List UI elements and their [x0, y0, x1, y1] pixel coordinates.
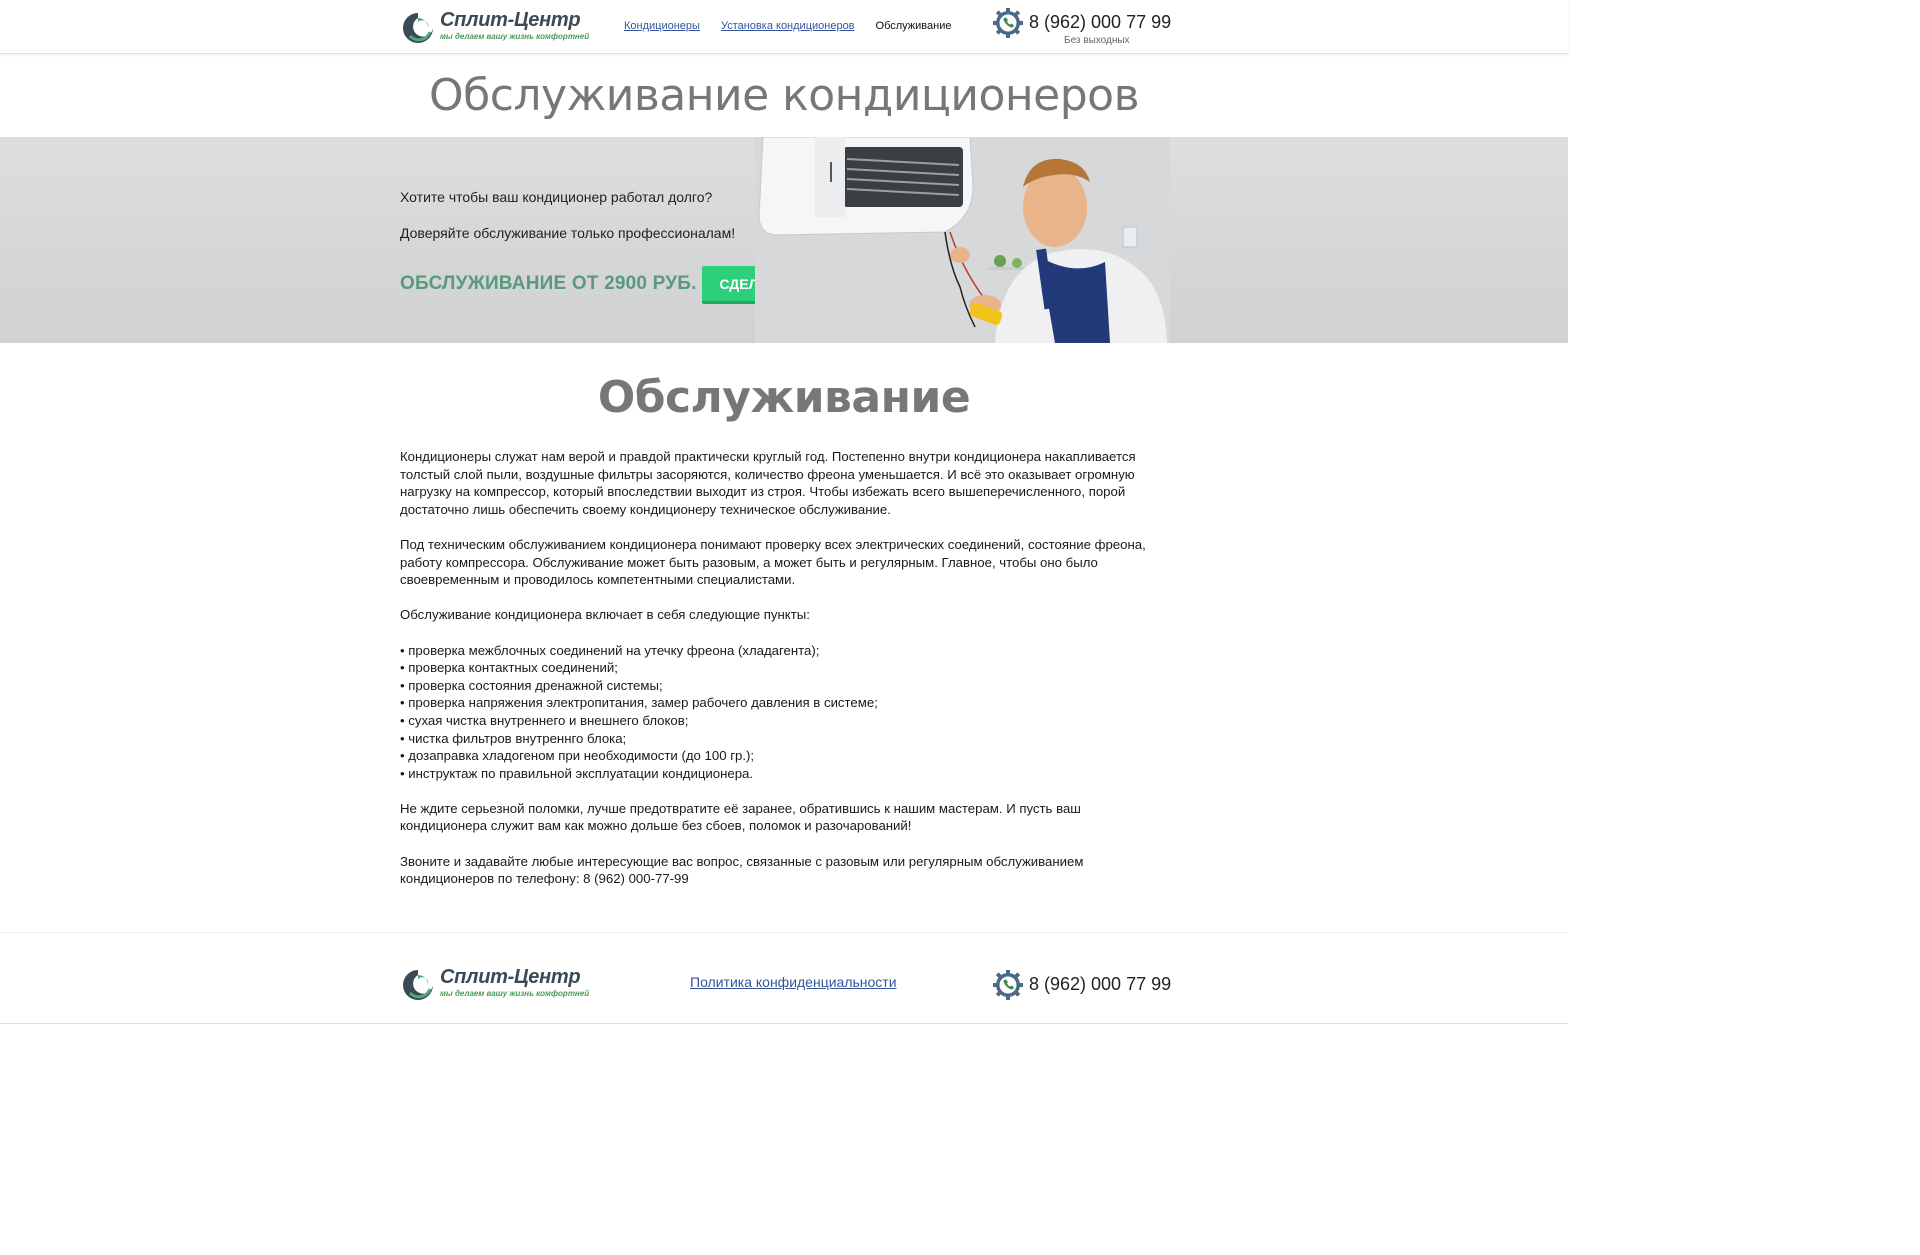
footer-logo[interactable]: Сплит-Центр мы делаем вашу жизнь комфорт…: [400, 965, 590, 1005]
privacy-policy-link[interactable]: Политика конфиденциальности: [690, 974, 897, 990]
page-title: Обслуживание кондиционеров: [428, 70, 1140, 121]
logo-swirl-icon: [403, 970, 433, 1000]
list-item: чистка фильтров внутреннго блока;: [400, 730, 1160, 748]
logo-tagline: мы делаем вашу жизнь комфортней: [440, 989, 590, 998]
phone-number: 8 (962) 000 77 99: [1029, 974, 1172, 994]
paragraph-definition: Под техническим обслуживанием кондиционе…: [400, 536, 1146, 588]
paragraph-contact: Звоните и задавайте любые интересующие в…: [400, 853, 1084, 887]
logo-swirl-icon: [403, 13, 433, 43]
logo[interactable]: Сплит-Центр мы делаем вашу жизнь комфорт…: [400, 8, 590, 48]
list-item: сухая чистка внутреннего и внешнего блок…: [400, 712, 1160, 730]
phone-number: 8 (962) 000 77 99: [1029, 12, 1172, 32]
nav-item-conditioners[interactable]: Кондиционеры: [624, 20, 700, 32]
phone-note: Без выходных: [1064, 35, 1130, 46]
paragraph-cta: Не ждите серьезной поломки, лучше предот…: [400, 800, 1081, 834]
list-item: проверка межблочных соединений на утечку…: [400, 642, 1160, 660]
list-item: проверка напряжения электропитания, заме…: [400, 694, 1160, 712]
nav-item-service-current: Обслуживание: [875, 20, 952, 32]
phone-gear-icon: [993, 8, 1023, 38]
list-item: дозаправка хладогеном при необходимости …: [400, 747, 1160, 765]
logo-name: Сплит-Центр: [440, 966, 581, 988]
site-header: Сплит-Центр мы делаем вашу жизнь комфорт…: [0, 0, 1568, 54]
list-item: проверка состояния дренажной системы;: [400, 677, 1160, 695]
nav-item-installation[interactable]: Установка кондиционеров: [721, 20, 855, 32]
list-item: инструктаж по правильной эксплуатации ко…: [400, 765, 1160, 783]
footer-phone[interactable]: 8 (962) 000 77 99: [992, 969, 1172, 1011]
hero-price: ОБСЛУЖИВАНИЕ ОТ 2900 РУБ.: [400, 273, 697, 294]
hero-question: Хотите чтобы ваш кондиционер работал дол…: [400, 189, 713, 205]
logo-tagline: мы делаем вашу жизнь комфортней: [440, 32, 590, 41]
main-nav: Кондиционеры Установка кондиционеров Обс…: [624, 20, 951, 32]
hero-trust-text: Доверяйте обслуживание только профессион…: [400, 225, 736, 241]
paragraph-intro: Кондиционеры служат нам верой и правдой …: [400, 449, 1136, 517]
site-footer: Сплит-Центр мы делаем вашу жизнь комфорт…: [0, 932, 1568, 1024]
header-phone[interactable]: 8 (962) 000 77 99 Без выходных: [992, 7, 1172, 49]
service-items-list: проверка межблочных соединений на утечку…: [400, 642, 1160, 783]
technician-ac-illustration: [755, 137, 1170, 343]
service-description: Кондиционеры служат нам верой и правдой …: [400, 448, 1160, 905]
phone-gear-icon: [993, 970, 1023, 1000]
hero-banner: Хотите чтобы ваш кондиционер работал дол…: [0, 137, 1568, 343]
list-item: проверка контактных соединений;: [400, 659, 1160, 677]
logo-name: Сплит-Центр: [440, 9, 581, 31]
section-title: Обслуживание: [597, 372, 971, 423]
paragraph-list-intro: Обслуживание кондиционера включает в себ…: [400, 607, 810, 623]
